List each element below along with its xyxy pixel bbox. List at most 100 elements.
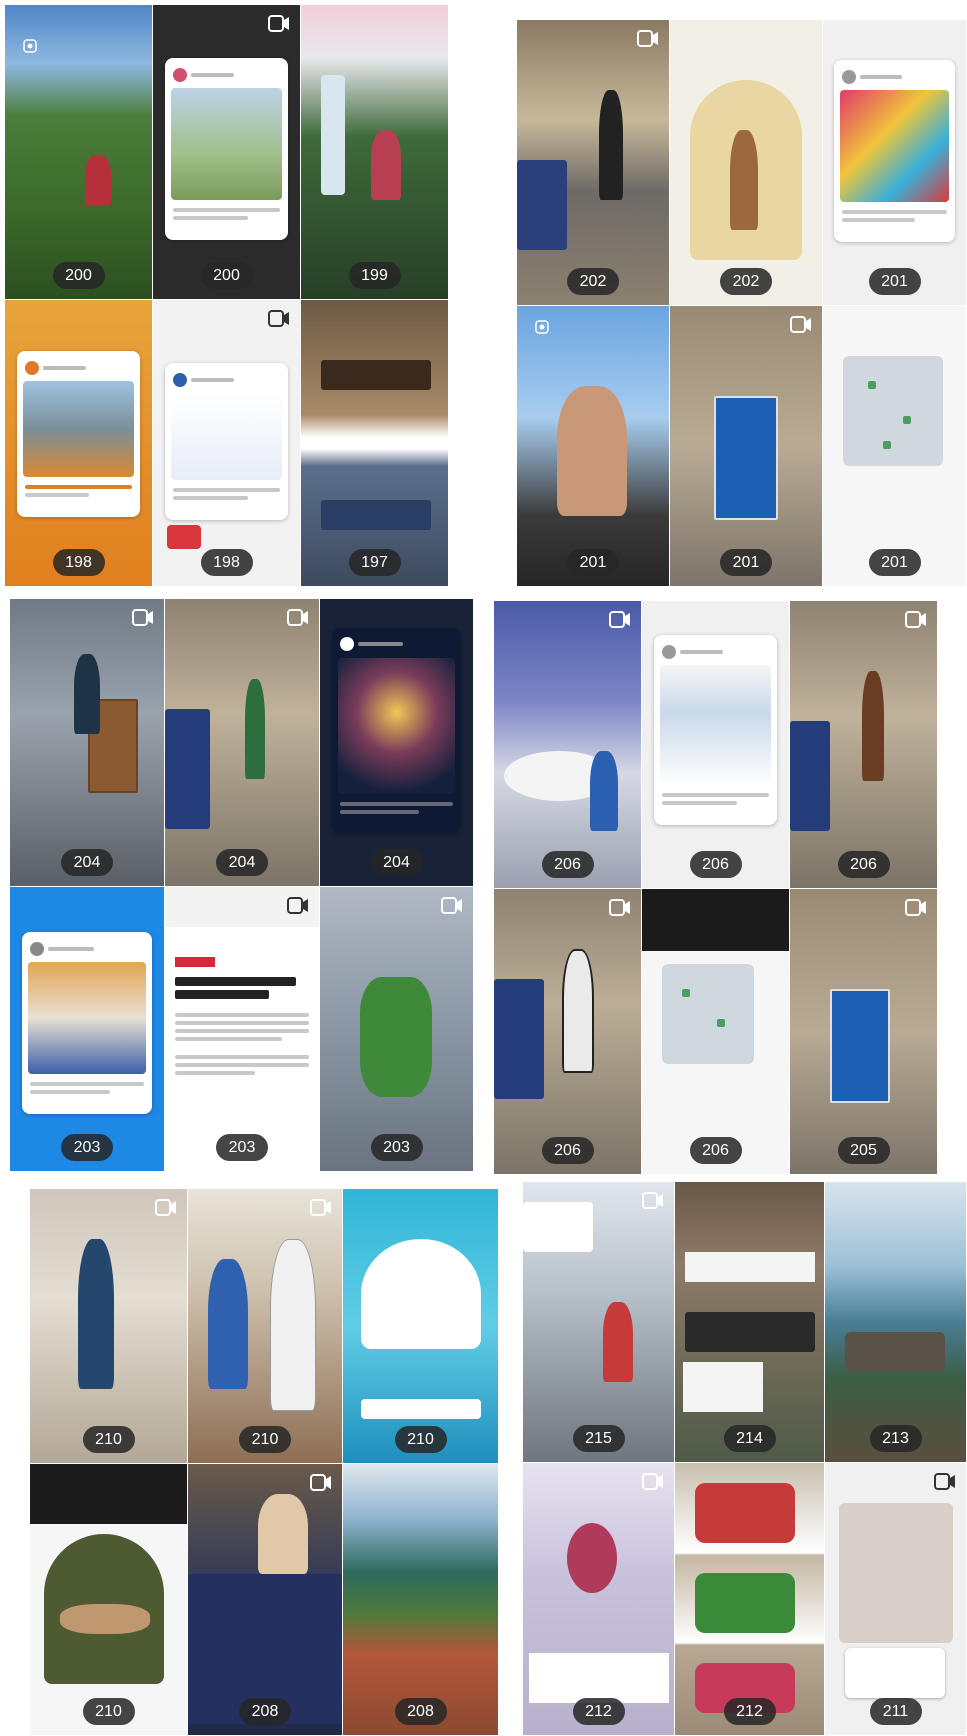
display-table: [517, 160, 567, 250]
caption-box: [529, 1653, 669, 1703]
story-tile[interactable]: 198: [153, 300, 301, 587]
route-map: [662, 964, 754, 1064]
tent: [523, 1202, 593, 1252]
megaphone-figure: [167, 525, 201, 549]
story-tile[interactable]: 208: [188, 1464, 343, 1736]
post-grid-panel-1: 200 200 199 198 198 197: [5, 5, 449, 587]
view-count-badge: 206: [689, 1137, 742, 1164]
view-count-badge: 201: [868, 268, 921, 295]
poster-header: [30, 1464, 187, 1524]
reel-icon: [132, 609, 154, 626]
story-tile[interactable]: 210: [30, 1464, 188, 1736]
crowd-figure: [208, 1259, 248, 1389]
map-marker: [903, 416, 911, 424]
model-figure: [599, 90, 623, 200]
view-count-badge: 200: [52, 262, 105, 289]
story-tile[interactable]: 206: [790, 601, 938, 889]
person-figure: [371, 130, 401, 200]
view-count-badge: 198: [200, 549, 253, 576]
display-table: [790, 721, 830, 831]
visitor-figure: [603, 1302, 633, 1382]
poster-header: [642, 889, 789, 951]
story-tile[interactable]: 210: [343, 1189, 499, 1464]
view-count-badge: 202: [567, 268, 619, 295]
story-tile[interactable]: 212: [523, 1463, 675, 1736]
story-tile[interactable]: 215: [523, 1182, 675, 1463]
story-tile[interactable]: 204: [320, 599, 474, 887]
story-tile[interactable]: 204: [10, 599, 165, 887]
reel-icon: [287, 897, 309, 914]
podium: [714, 396, 778, 520]
story-tile[interactable]: 201: [823, 20, 967, 306]
story-tile[interactable]: 200: [5, 5, 153, 300]
view-count-badge: 200: [200, 262, 253, 289]
story-tile[interactable]: 203: [320, 887, 474, 1172]
story-tile[interactable]: 212: [675, 1463, 825, 1736]
story-tile[interactable]: 201: [823, 306, 967, 587]
story-tile[interactable]: 208: [343, 1464, 499, 1736]
view-count-badge: 203: [216, 1134, 268, 1161]
model-figure: [245, 679, 265, 779]
reel-icon: [637, 30, 659, 47]
repost-card: [164, 362, 289, 521]
map-marker: [868, 381, 876, 389]
route-map: [843, 356, 943, 466]
view-count-badge: 204: [216, 849, 268, 876]
podium: [830, 989, 890, 1103]
repost-card: [16, 351, 141, 518]
view-count-badge: 208: [394, 1698, 447, 1725]
story-tile[interactable]: 201: [670, 306, 823, 587]
view-count-badge: 213: [869, 1425, 922, 1452]
story-tile[interactable]: 203: [165, 887, 320, 1172]
story-tile[interactable]: 211: [825, 1463, 967, 1736]
view-count-badge: 205: [837, 1137, 890, 1164]
speaker-figure: [567, 1523, 617, 1593]
story-tile[interactable]: 203: [10, 887, 165, 1172]
story-tile[interactable]: 199: [301, 5, 449, 300]
view-count-badge: 206: [541, 851, 594, 878]
story-tile[interactable]: 206: [642, 601, 790, 889]
story-tile[interactable]: 206: [494, 889, 642, 1175]
reel-icon: [642, 1192, 664, 1209]
view-count-badge: 210: [82, 1698, 135, 1725]
reel-icon: [310, 1199, 332, 1216]
story-tile[interactable]: 200: [153, 5, 301, 300]
reel-icon: [642, 1473, 664, 1490]
story-tile[interactable]: 202: [670, 20, 823, 306]
post-grid-panel-4: 206 206 206 206 206 205: [494, 601, 938, 1175]
delegate-figure: [590, 751, 618, 831]
view-count-badge: 212: [572, 1698, 625, 1725]
reel-icon: [609, 899, 631, 916]
post-grid-panel-3: 204 204 204 203 203 203: [10, 599, 474, 1172]
view-count-badge: 201: [567, 549, 619, 576]
view-count-badge: 210: [239, 1426, 291, 1453]
story-tile[interactable]: 206: [642, 889, 790, 1175]
model-figure: [862, 671, 884, 781]
repost-card: [22, 932, 152, 1115]
story-tile[interactable]: 213: [825, 1182, 967, 1463]
story-tile[interactable]: 204: [165, 599, 320, 887]
story-tile[interactable]: 206: [494, 601, 642, 889]
story-tile[interactable]: 210: [188, 1189, 343, 1464]
mayor-figure: [78, 1239, 114, 1389]
reel-icon: [905, 899, 927, 916]
repost-card: [834, 59, 955, 243]
info-box: [683, 1362, 763, 1412]
reel-icon: [905, 611, 927, 628]
repost-card: [332, 627, 461, 835]
story-tile[interactable]: 201: [517, 306, 670, 587]
group-figure: [695, 1573, 795, 1633]
story-tile[interactable]: 198: [5, 300, 153, 587]
panel-table: [685, 1312, 815, 1352]
story-tile[interactable]: 197: [301, 300, 449, 587]
repost-card: [164, 57, 289, 241]
view-count-badge: 201: [868, 549, 921, 576]
story-tile[interactable]: 202: [517, 20, 670, 306]
story-tile[interactable]: 210: [30, 1189, 188, 1464]
story-tile[interactable]: 214: [675, 1182, 825, 1463]
view-count-badge: 197: [348, 549, 401, 576]
host-figure: [258, 1494, 308, 1574]
speaker-figure: [74, 654, 100, 734]
story-tile[interactable]: 205: [790, 889, 938, 1175]
farm-worker-figure: [85, 155, 111, 205]
